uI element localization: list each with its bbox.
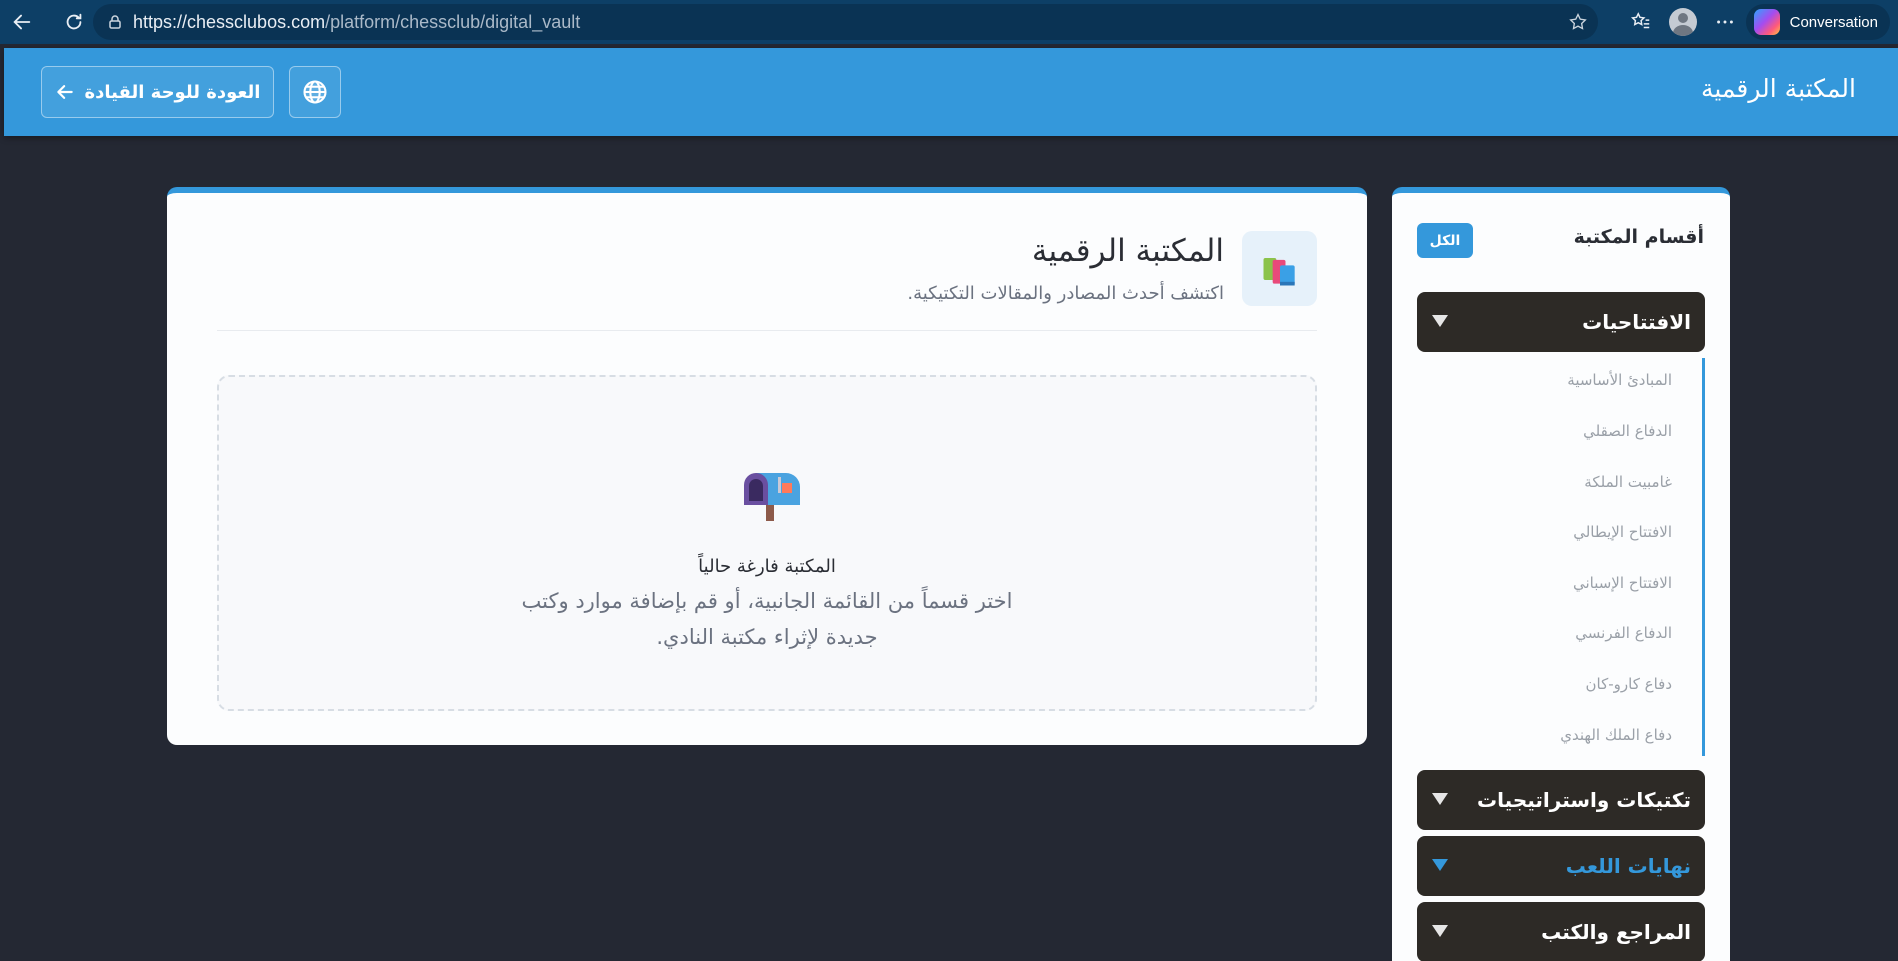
caret-down-icon: [1432, 793, 1448, 805]
reload-icon[interactable]: [56, 4, 92, 40]
mailbox-icon: [744, 473, 800, 521]
back-to-dashboard-label: العودة للوحة القيادة: [84, 81, 261, 103]
category-endgames[interactable]: نهايات اللعب: [1417, 836, 1705, 896]
empty-state-description: اختر قسماً من القائمة الجانبية، أو قم بإ…: [521, 589, 1013, 649]
category-label: المراجع والكتب: [1541, 920, 1691, 944]
subsection-queens-gambit[interactable]: غامبيت الملكة: [1584, 473, 1672, 491]
address-bar[interactable]: https://chessclubos.com/platform/chesscl…: [93, 4, 1598, 40]
category-label: الافتتاحيات: [1582, 310, 1691, 334]
lock-icon: [109, 15, 121, 29]
all-sections-button[interactable]: الكل: [1417, 223, 1473, 258]
more-options-icon[interactable]: [1704, 0, 1746, 44]
category-label: نهايات اللعب: [1565, 854, 1691, 878]
copilot-conversation-button[interactable]: Conversation: [1745, 4, 1890, 40]
category-tactics-strategies[interactable]: تكتيكات واستراتيجيات: [1417, 770, 1705, 830]
sidebar-title: أقسام المكتبة: [1573, 226, 1704, 248]
library-sections-sidebar: أقسام المكتبة الكل الافتتاحيات المبادئ ا…: [1392, 187, 1730, 961]
category-label: تكتيكات واستراتيجيات: [1477, 788, 1691, 812]
app-title: المكتبة الرقمية: [1701, 74, 1856, 103]
subsection-spanish-opening[interactable]: الافتتاح الإسباني: [1573, 574, 1672, 592]
subsection-sicilian-defense[interactable]: الدفاع الصقلي: [1583, 422, 1672, 440]
page-subtitle: اكتشف أحدث المصادر والمقالات التكتيكية.: [907, 283, 1224, 304]
category-openings[interactable]: الافتتاحيات: [1417, 292, 1705, 352]
category-references-books[interactable]: المراجع والكتب: [1417, 902, 1705, 961]
empty-state: المكتبة فارغة حالياً اختر قسماً من القائ…: [217, 375, 1317, 711]
back-to-dashboard-button[interactable]: العودة للوحة القيادة: [41, 66, 274, 118]
url-text: https://chessclubos.com/platform/chesscl…: [133, 11, 581, 32]
page-title: المكتبة الرقمية: [1031, 233, 1224, 269]
globe-icon: [303, 80, 327, 104]
subsection-caro-kann-defense[interactable]: دفاع كارو-كان: [1586, 675, 1672, 693]
favorite-star-icon[interactable]: [1568, 12, 1588, 32]
openings-subsection-list: المبادئ الأساسية الدفاع الصقلي غامبيت ال…: [1417, 358, 1705, 756]
back-arrow-icon[interactable]: [4, 4, 40, 40]
subsection-basic-principles[interactable]: المبادئ الأساسية: [1567, 371, 1672, 389]
subsection-italian-opening[interactable]: الافتتاح الإيطالي: [1573, 523, 1672, 541]
favorites-list-icon[interactable]: [1620, 0, 1662, 44]
library-main-card: المكتبة الرقمية اكتشف أحدث المصادر والمق…: [167, 187, 1367, 745]
caret-down-icon: [1432, 315, 1448, 327]
subsection-french-defense[interactable]: الدفاع الفرنسي: [1575, 624, 1672, 642]
conversation-label: Conversation: [1789, 13, 1878, 31]
subsection-kings-indian-defense[interactable]: دفاع الملك الهندي: [1560, 726, 1672, 744]
language-button[interactable]: [289, 66, 341, 118]
arrow-left-icon: [56, 85, 73, 99]
empty-state-title: المكتبة فارغة حالياً: [698, 556, 836, 577]
divider: [217, 330, 1317, 331]
app-header: المكتبة الرقمية العودة للوحة القيادة: [4, 48, 1898, 136]
caret-down-icon: [1432, 859, 1448, 871]
caret-down-icon: [1432, 925, 1448, 937]
copilot-logo-icon: [1753, 9, 1780, 35]
browser-toolbar: https://chessclubos.com/platform/chesscl…: [0, 0, 1898, 44]
books-icon: [1242, 231, 1317, 306]
profile-avatar-icon[interactable]: [1662, 0, 1704, 44]
